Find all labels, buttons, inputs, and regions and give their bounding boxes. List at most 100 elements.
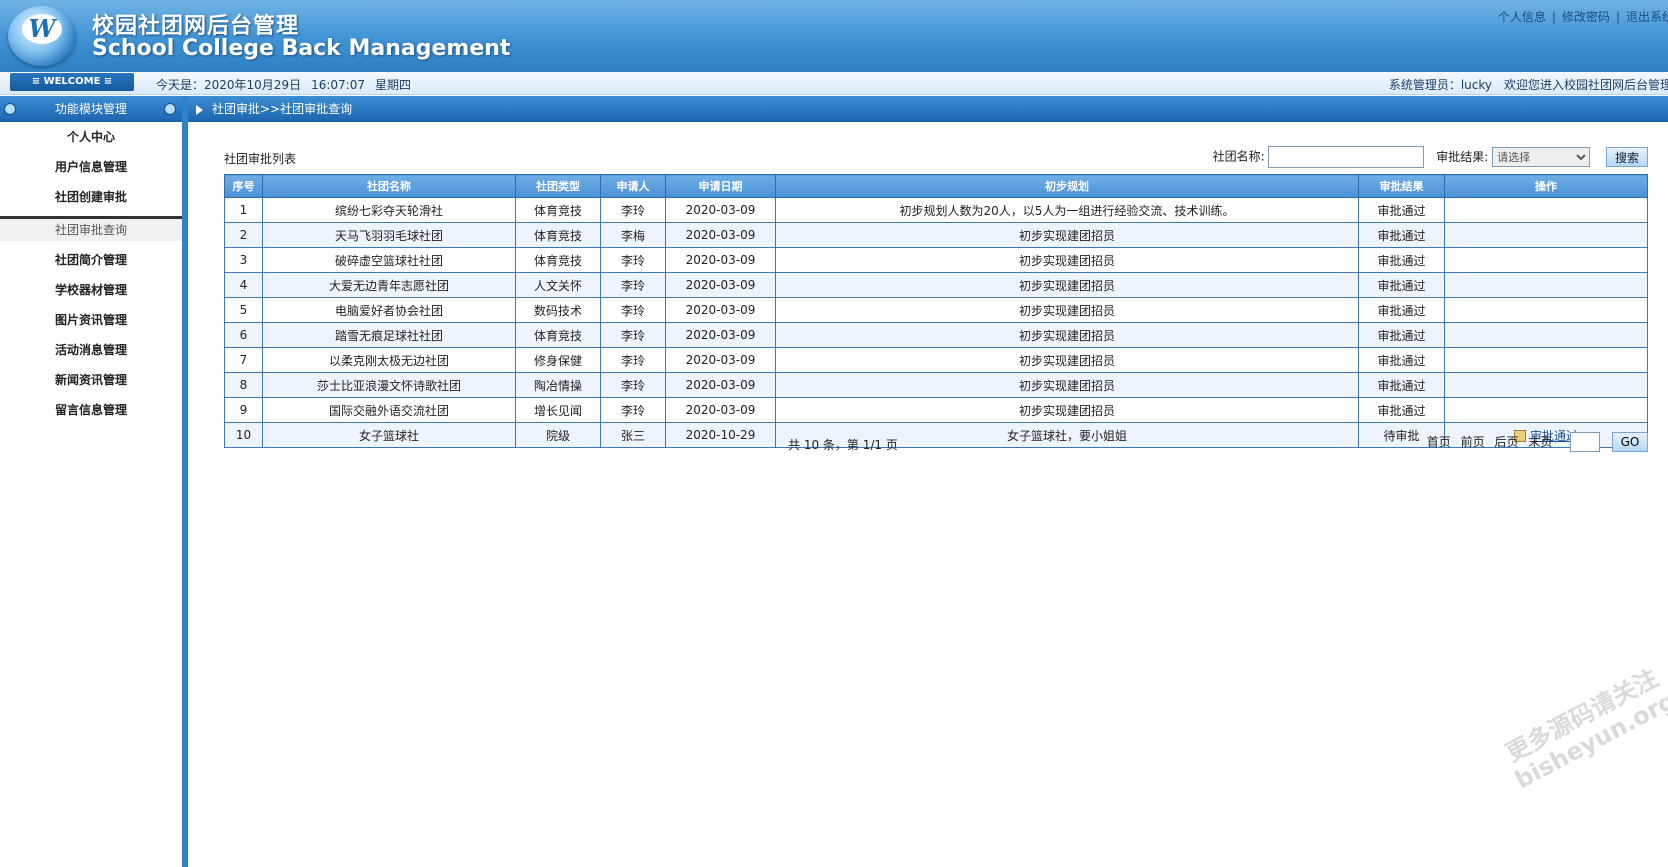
sidebar-item-messages[interactable]: 留言信息管理 (0, 395, 182, 425)
cell-applicant: 李玲 (600, 322, 666, 348)
header: W 校园社团网后台管理 School College Back Manageme… (0, 0, 1668, 72)
cell-result: 审批通过 (1358, 222, 1445, 248)
logo-letter: W (22, 14, 62, 44)
cell-applicant: 李玲 (600, 397, 666, 423)
cell-club-name: 女子篮球社 (262, 422, 516, 448)
result-select[interactable]: 请选择 (1492, 147, 1591, 167)
date-time: 今天是：2020年10月29日 16:07:07 星期四 (156, 76, 421, 93)
weekday-text: 星期四 (375, 78, 412, 92)
sidebar-item-image-news[interactable]: 图片资讯管理 (0, 305, 182, 335)
cell-action (1444, 222, 1648, 248)
cell-action (1444, 397, 1648, 423)
cell-applicant: 李玲 (600, 272, 666, 298)
cell-index: 1 (224, 197, 263, 223)
welcome-badge: ≡ WELCOME ≡ (10, 73, 134, 91)
cell-result: 审批通过 (1358, 197, 1445, 223)
top-links: 个人信息 | 修改密码 | 退出系统 (1498, 8, 1668, 25)
cell-apply-date: 2020-03-09 (665, 397, 776, 423)
cell-result: 审批通过 (1358, 397, 1445, 423)
page-number-input[interactable] (1570, 432, 1601, 452)
cell-club-type: 数码技术 (515, 297, 601, 323)
cell-club-name: 大爱无边青年志愿社团 (262, 272, 516, 298)
table-row: 7 以柔克刚太极无边社团 修身保健 李玲 2020-03-09 初步实现建团招员 审批通过 (224, 347, 1648, 373)
table-row: 4 大爱无边青年志愿社团 人文关怀 李玲 2020-03-09 初步实现建团招员 审批通过 (224, 272, 1648, 298)
cell-apply-date: 2020-03-09 (665, 247, 776, 273)
prev-page-link[interactable]: 前页 (1461, 435, 1485, 449)
profile-link[interactable]: 个人信息 (1498, 10, 1546, 24)
cell-plan: 初步实现建团招员 (775, 372, 1359, 398)
last-page-link[interactable]: 末页 (1528, 435, 1552, 449)
table-row: 3 破碎虚空篮球社社团 体育竞技 李玲 2020-03-09 初步实现建团招员 审批通过 (224, 247, 1648, 273)
cell-plan: 初步实现建团招员 (775, 247, 1359, 273)
cell-index: 3 (224, 247, 263, 273)
sidebar-item-user-info[interactable]: 用户信息管理 (0, 152, 182, 182)
cell-result: 审批通过 (1358, 272, 1445, 298)
cell-club-type: 人文关怀 (515, 272, 601, 298)
cell-applicant: 李梅 (600, 222, 666, 248)
approval-table: 序号 社团名称 社团类型 申请人 申请日期 初步规划 审批结果 操作 1 缤纷七彩… (224, 174, 1648, 448)
app-title-en: School College Back Management (92, 36, 511, 61)
sidebar: 功能模块管理 个人中心 用户信息管理 社团创建审批 社团审批查询 社团简介管理 … (0, 96, 188, 867)
go-button[interactable]: GO (1612, 432, 1648, 452)
table-row: 9 国际交融外语交流社团 增长见闻 李玲 2020-03-09 初步实现建团招员 审批通过 (224, 397, 1648, 423)
cell-plan: 初步实现建团招员 (775, 297, 1359, 323)
table-header-row: 序号 社团名称 社团类型 申请人 申请日期 初步规划 审批结果 操作 (224, 174, 1648, 198)
cell-action (1444, 347, 1648, 373)
cell-index: 10 (224, 422, 263, 448)
cell-club-type: 体育竞技 (515, 322, 601, 348)
cell-club-name: 莎士比亚浪漫文怀诗歌社团 (262, 372, 516, 398)
dot-icon (4, 103, 16, 115)
cell-action (1444, 272, 1648, 298)
table-row: 6 踏雪无痕足球社社团 体育竞技 李玲 2020-03-09 初步实现建团招员 审批通过 (224, 322, 1648, 348)
cell-club-name: 缤纷七彩夺天轮滑社 (262, 197, 516, 223)
time-text: 16:07:07 (311, 78, 365, 92)
logo: W (8, 6, 76, 66)
arrow-right-icon (196, 105, 203, 115)
first-page-link[interactable]: 首页 (1427, 435, 1451, 449)
cell-index: 8 (224, 372, 263, 398)
cell-index: 9 (224, 397, 263, 423)
cell-plan: 初步实现建团招员 (775, 222, 1359, 248)
change-password-link[interactable]: 修改密码 (1562, 10, 1610, 24)
cell-plan: 初步实现建团招员 (775, 322, 1359, 348)
cell-apply-date: 2020-03-09 (665, 372, 776, 398)
next-page-link[interactable]: 后页 (1494, 435, 1518, 449)
search-button[interactable]: 搜索 (1605, 147, 1648, 167)
cell-index: 4 (224, 272, 263, 298)
cell-club-name: 以柔克刚太极无边社团 (262, 347, 516, 373)
sidebar-item-activity[interactable]: 活动消息管理 (0, 335, 182, 365)
sidebar-item-news[interactable]: 新闻资讯管理 (0, 365, 182, 395)
cell-action (1444, 372, 1648, 398)
cell-apply-date: 2020-03-09 (665, 197, 776, 223)
sidebar-item-personal-center[interactable]: 个人中心 (0, 122, 182, 152)
cell-applicant: 李玲 (600, 372, 666, 398)
admin-greeting: 系统管理员：lucky 欢迎您进入校园社团网后台管理 (1388, 78, 1668, 92)
cell-club-type: 陶冶情操 (515, 372, 601, 398)
sidebar-item-equipment[interactable]: 学校器材管理 (0, 275, 182, 305)
pager-info: 共 10 条，第 1/1 页 (788, 438, 898, 452)
pager: 首页 前页 后页 末页 GO (1421, 432, 1648, 452)
cell-applicant: 李玲 (600, 197, 666, 223)
cell-action (1444, 197, 1648, 223)
cell-club-name: 踏雪无痕足球社社团 (262, 322, 516, 348)
sidebar-item-club-approval-query[interactable]: 社团审批查询 (0, 216, 182, 241)
col-applicant: 申请人 (600, 174, 666, 198)
cell-index: 7 (224, 347, 263, 373)
cell-index: 5 (224, 297, 263, 323)
search-bar: 社团名称: 审批结果: 请选择 搜索 (1213, 146, 1648, 168)
cell-club-name: 天马飞羽羽毛球社团 (262, 222, 516, 248)
cell-applicant: 李玲 (600, 297, 666, 323)
sidebar-heading-label: 功能模块管理 (54, 102, 127, 116)
logout-link[interactable]: 退出系统 (1626, 10, 1668, 24)
table-row: 8 莎士比亚浪漫文怀诗歌社团 陶冶情操 李玲 2020-03-09 初步实现建团招员 审批通… (224, 372, 1648, 398)
club-name-input[interactable] (1268, 146, 1425, 168)
separator: | (1615, 10, 1620, 24)
cell-club-name: 国际交融外语交流社团 (262, 397, 516, 423)
sidebar-item-club-create-approval[interactable]: 社团创建审批 (0, 182, 182, 212)
cell-result: 审批通过 (1358, 347, 1445, 373)
cell-action (1444, 247, 1648, 273)
cell-club-type: 体育竞技 (515, 222, 601, 248)
cell-plan: 初步规划人数为20人，以5人为一组进行经验交流、技术训练。 (775, 197, 1359, 223)
breadcrumb: 社团审批>>社团审批查询 (188, 96, 1668, 122)
sidebar-item-club-intro[interactable]: 社团简介管理 (0, 245, 182, 275)
